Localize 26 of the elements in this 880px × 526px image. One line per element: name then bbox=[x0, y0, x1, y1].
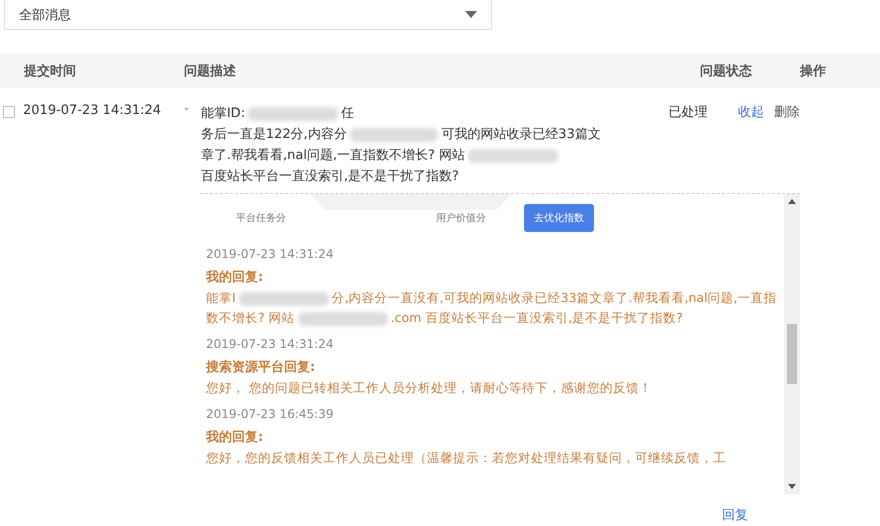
reply-timestamp: 2019-07-23 16:45:39 bbox=[206, 406, 334, 423]
column-header: 操作 bbox=[800, 63, 827, 80]
status-text: 已处理 bbox=[668, 104, 709, 122]
problem-description: 能掌ID: 任 务后一直是122分,内容分 可我的网站收录已经33篇文 章了.帮我看看,nal问题,一直指数不增长? 网站 百度站长平台一直没索引,是不是干扰了指数? bbox=[200, 105, 601, 186]
row-checkbox[interactable] bbox=[3, 106, 15, 118]
image-label: 平台任务分 bbox=[236, 212, 287, 225]
column-header: 问题状态 bbox=[700, 63, 753, 80]
reply-message: 能掌I 分,内容分一直没有,可我的网站收录已经33篇文章了.帮我看看,nal问题,一直指数不增长? 网站 .com 百度站长平台一直没索引,是不是干扰了指数? bbox=[206, 289, 778, 328]
message-filter-dropdown[interactable]: 全部消息 bbox=[4, 0, 492, 30]
column-header: 问题描述 bbox=[183, 63, 237, 80]
collapse-link[interactable]: 收起 bbox=[738, 103, 764, 187]
reply-link[interactable]: 回复 bbox=[722, 506, 800, 524]
reply-message: 您好， 您的问题已转相关工作人员分析处理，请耐心等待下，感谢您的反馈！ bbox=[206, 379, 653, 397]
caret-icon bbox=[465, 11, 477, 18]
reply-author: 搜索资源平台回复: bbox=[206, 358, 316, 377]
delete-link[interactable]: 删除 bbox=[774, 103, 800, 187]
submit-time: 2019-07-23 14:31:24 bbox=[23, 103, 162, 118]
expand-triangle-icon[interactable] bbox=[184, 107, 189, 112]
reply-author: 我的回复: bbox=[206, 429, 264, 447]
optimize-index-button[interactable]: 去优化指数 bbox=[524, 204, 594, 232]
reply-timestamp: 2019-07-23 14:31:24 bbox=[206, 246, 334, 263]
reply-message: 您好，您的反馈相关工作人员已处理（温馨提示：若您对处理结果有疑问，可继续反馈，工 bbox=[206, 449, 727, 467]
reply-timestamp: 2019-07-23 14:31:24 bbox=[206, 336, 334, 353]
image-label: 用户价值分 bbox=[436, 212, 487, 225]
column-header: 提交时间 bbox=[22, 62, 77, 80]
reply-author: 我的回复: bbox=[206, 269, 264, 287]
